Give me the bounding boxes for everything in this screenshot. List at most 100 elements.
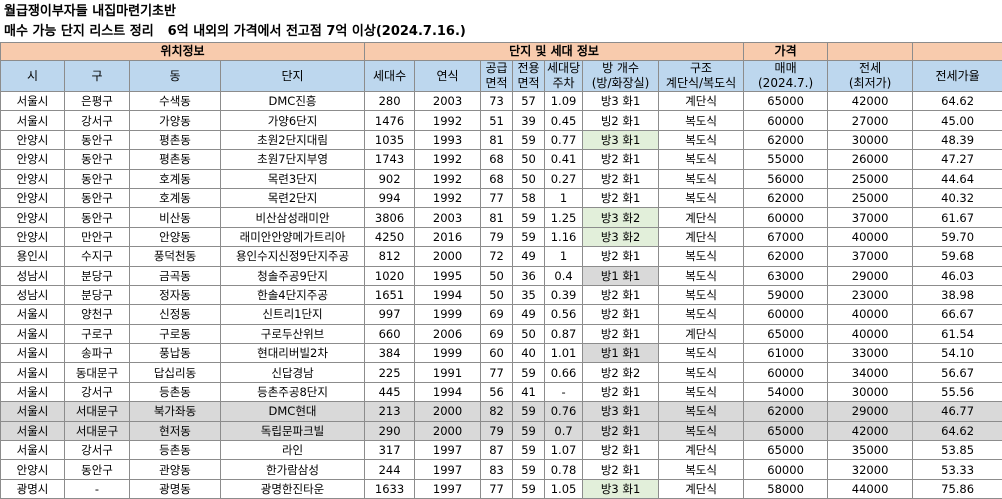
cell-rooms[interactable]: 방3 화1 [583,130,659,149]
cell-parking[interactable]: 1.09 [545,92,583,111]
cell-gu[interactable]: 동안구 [65,169,130,188]
cell-parking[interactable]: 0.41 [545,150,583,169]
cell-rooms[interactable]: 방2 화2 [583,363,659,382]
cell-jeonse[interactable]: 40000 [828,324,913,343]
cell-dong[interactable]: 비산동 [130,208,221,227]
cell-year[interactable]: 1997 [415,460,481,479]
cell-sale[interactable]: 65000 [744,324,828,343]
cell-sale[interactable]: 62000 [744,188,828,207]
cell-si[interactable]: 서울시 [1,421,65,440]
cell-parking[interactable]: 1 [545,247,583,266]
cell-year[interactable]: 1994 [415,382,481,401]
cell-danji[interactable]: 비산삼성래미안 [221,208,365,227]
cell-jeonse[interactable]: 42000 [828,92,913,111]
cell-parking[interactable]: 0.78 [545,460,583,479]
table-row[interactable]: 성남시분당구금곡동청솔주공9단지1020199550360.4방1 화1복도식6… [1,266,1002,285]
cell-dong[interactable]: 금곡동 [130,266,221,285]
cell-jeonse[interactable]: 34000 [828,363,913,382]
cell-year[interactable]: 1993 [415,130,481,149]
column-header[interactable]: 구조계단식/복도식 [659,61,744,92]
cell-rooms[interactable]: 빙2 화1 [583,111,659,130]
cell-supply[interactable]: 69 [481,305,513,324]
cell-year[interactable]: 2000 [415,402,481,421]
cell-ratio[interactable]: 64.62 [913,92,1002,111]
cell-supply[interactable]: 82 [481,402,513,421]
cell-jeonse[interactable]: 44000 [828,479,913,498]
cell-sale[interactable]: 60000 [744,460,828,479]
cell-exclusive[interactable]: 59 [513,421,545,440]
cell-ratio[interactable]: 48.39 [913,130,1002,149]
cell-parking[interactable]: 0.76 [545,402,583,421]
cell-year[interactable]: 1991 [415,363,481,382]
cell-units[interactable]: 225 [365,363,415,382]
cell-units[interactable]: 445 [365,382,415,401]
cell-sale[interactable]: 62000 [744,402,828,421]
cell-sale[interactable]: 65000 [744,92,828,111]
cell-danji[interactable]: 한솔4단지주공 [221,285,365,304]
cell-supply[interactable]: 77 [481,479,513,498]
cell-dong[interactable]: 풍덕천동 [130,247,221,266]
cell-supply[interactable]: 50 [481,266,513,285]
cell-dong[interactable]: 평촌동 [130,150,221,169]
cell-supply[interactable]: 81 [481,130,513,149]
cell-structure[interactable]: 계단식 [659,92,744,111]
cell-gu[interactable]: 동안구 [65,460,130,479]
cell-danji[interactable]: DMC현대 [221,402,365,421]
column-header[interactable]: 연식 [415,61,481,92]
cell-ratio[interactable]: 59.68 [913,247,1002,266]
cell-si[interactable]: 서울시 [1,402,65,421]
cell-dong[interactable]: 가양동 [130,111,221,130]
cell-jeonse[interactable]: 32000 [828,460,913,479]
cell-year[interactable]: 2000 [415,421,481,440]
cell-gu[interactable]: 동대문구 [65,363,130,382]
cell-rooms[interactable]: 방2 화1 [583,421,659,440]
cell-rooms[interactable]: 방2 화1 [583,382,659,401]
cell-gu[interactable]: 분당구 [65,266,130,285]
cell-exclusive[interactable]: 40 [513,344,545,363]
cell-ratio[interactable]: 46.77 [913,402,1002,421]
cell-jeonse[interactable]: 40000 [828,305,913,324]
cell-jeonse[interactable]: 25000 [828,188,913,207]
cell-danji[interactable]: 라인 [221,441,365,460]
cell-structure[interactable]: 복도식 [659,421,744,440]
cell-ratio[interactable]: 47.27 [913,150,1002,169]
cell-parking[interactable]: 1.07 [545,441,583,460]
cell-gu[interactable]: 강서구 [65,111,130,130]
table-row[interactable]: 안양시동안구호계동목련3단지902199268500.27방2 화1복도식560… [1,169,1002,188]
cell-si[interactable]: 안양시 [1,150,65,169]
cell-supply[interactable]: 56 [481,382,513,401]
cell-units[interactable]: 280 [365,92,415,111]
cell-structure[interactable]: 복도식 [659,344,744,363]
cell-structure[interactable]: 계단식 [659,227,744,246]
cell-danji[interactable]: 초원7단지부영 [221,150,365,169]
cell-exclusive[interactable]: 59 [513,460,545,479]
cell-year[interactable]: 2000 [415,247,481,266]
cell-supply[interactable]: 50 [481,285,513,304]
cell-rooms[interactable]: 방2 화1 [583,150,659,169]
cell-parking[interactable]: 0.87 [545,324,583,343]
cell-dong[interactable]: 평촌동 [130,130,221,149]
cell-si[interactable]: 안양시 [1,169,65,188]
cell-structure[interactable]: 복도식 [659,402,744,421]
cell-sale[interactable]: 62000 [744,247,828,266]
cell-units[interactable]: 1743 [365,150,415,169]
cell-ratio[interactable]: 55.56 [913,382,1002,401]
cell-dong[interactable]: 신정동 [130,305,221,324]
cell-danji[interactable]: 신트리1단지 [221,305,365,324]
cell-parking[interactable]: 0.45 [545,111,583,130]
cell-units[interactable]: 290 [365,421,415,440]
cell-dong[interactable]: 안양동 [130,227,221,246]
cell-parking[interactable]: 0.39 [545,285,583,304]
cell-year[interactable]: 2016 [415,227,481,246]
cell-danji[interactable]: 독립문파크빌 [221,421,365,440]
cell-year[interactable]: 1997 [415,479,481,498]
cell-parking[interactable]: 0.77 [545,130,583,149]
cell-units[interactable]: 1651 [365,285,415,304]
column-header[interactable]: 세대당주차 [545,61,583,92]
cell-gu[interactable]: 송파구 [65,344,130,363]
cell-gu[interactable]: 서대문구 [65,421,130,440]
cell-danji[interactable]: 목련2단지 [221,188,365,207]
table-row[interactable]: 안양시만안구안양동래미안안양메가트리아4250201679591.16방3 화2… [1,227,1002,246]
cell-jeonse[interactable]: 29000 [828,402,913,421]
cell-rooms[interactable]: 방2 화1 [583,324,659,343]
